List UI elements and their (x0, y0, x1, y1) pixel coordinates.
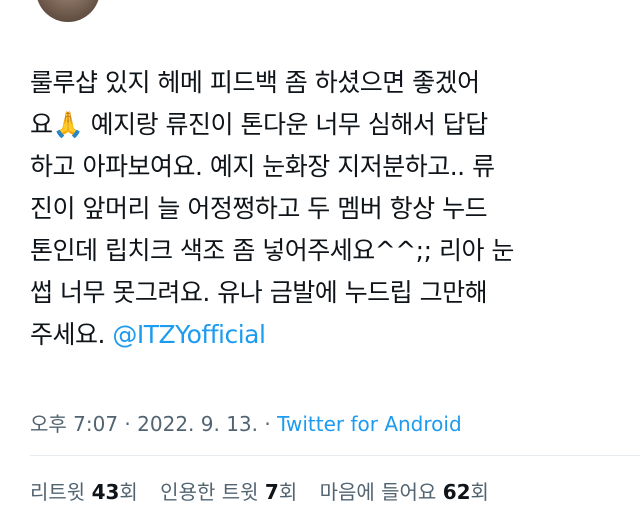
divider (30, 455, 640, 456)
tweet-line-7: 주세요. (30, 320, 113, 349)
likes-label: 마음에 들어요 (319, 480, 443, 504)
likes-unit: 회 (470, 480, 489, 504)
tweet-source-link[interactable]: Twitter for Android (277, 412, 462, 436)
tweet-line-4: 진이 앞머리 늘 어정쩡하고 두 멤버 항상 누드 (30, 194, 488, 223)
avatar[interactable] (36, 0, 100, 22)
tweet-line-2: 요🙏 예지랑 류진이 톤다운 너무 심해서 답답 (30, 110, 488, 139)
quotes-unit: 회 (278, 480, 298, 504)
quotes-count: 7 (264, 480, 279, 504)
tweet-timestamp[interactable]: 오후 7:07 · 2022. 9. 13. · (30, 412, 277, 436)
tweet-line-1: 룰루샵 있지 헤메 피드백 좀 하셨으면 좋겠어 (30, 68, 480, 97)
mention-link[interactable]: @ITZYofficial (112, 320, 266, 349)
likes-count: 62 (442, 480, 471, 504)
quotes-stat[interactable]: 인용한 트윗 7회 (160, 480, 297, 504)
tweet-line-3: 하고 아파보여요. 예지 눈화장 지저분하고.. 류 (30, 152, 495, 181)
tweet-stats: 리트윗 43회 인용한 트윗 7회 마음에 들어요 62회 (30, 476, 505, 505)
tweet-line-6: 썹 너무 못그려요. 유나 금발에 누드립 그만해 (30, 278, 488, 307)
tweet-line-5: 톤인데 립치크 색조 좀 넣어주세요^^;; 리아 눈 (30, 236, 514, 265)
retweets-stat[interactable]: 리트윗 43회 (30, 480, 138, 504)
retweets-count: 43 (91, 480, 120, 504)
likes-stat[interactable]: 마음에 들어요 62회 (320, 480, 489, 504)
tweet-text: 룰루샵 있지 헤메 피드백 좀 하셨으면 좋겠어 요🙏 예지랑 류진이 톤다운 … (30, 62, 620, 356)
retweets-label: 리트윗 (30, 480, 92, 504)
tweet-meta: 오후 7:07 · 2022. 9. 13. · Twitter for And… (30, 408, 462, 437)
retweets-unit: 회 (119, 480, 138, 504)
quotes-label: 인용한 트윗 (160, 480, 265, 504)
